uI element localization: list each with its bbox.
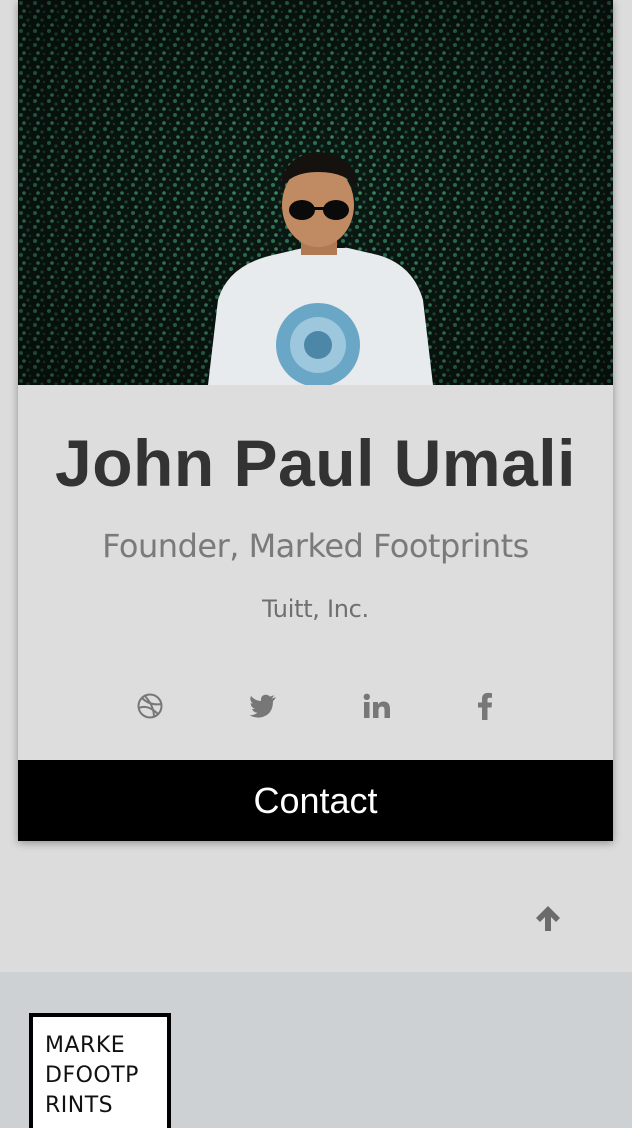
site-logo[interactable]: MARKE DFOOTP RINTS (29, 1013, 171, 1128)
contact-button[interactable]: Contact (18, 760, 613, 841)
arrow-up-icon (536, 906, 560, 931)
profile-name: John Paul Umali (55, 426, 576, 500)
profile-card: John Paul Umali Founder, Marked Footprin… (18, 0, 613, 841)
scroll-to-top-button[interactable] (530, 900, 566, 936)
facebook-icon (478, 692, 492, 720)
logo-line-1: MARKE (45, 1033, 126, 1058)
profile-photo (18, 0, 613, 385)
profile-company: Tuitt, Inc. (262, 595, 369, 623)
linkedin-link[interactable] (357, 686, 397, 726)
logo-line-3: RINTS (45, 1093, 114, 1118)
dribbble-icon (137, 693, 163, 719)
facebook-link[interactable] (465, 686, 505, 726)
linkedin-icon (363, 693, 390, 718)
dribbble-link[interactable] (130, 686, 170, 726)
logo-line-2: DFOOTP (45, 1063, 139, 1088)
twitter-link[interactable] (243, 686, 283, 726)
profile-title: Founder, Marked Footprints (102, 527, 529, 565)
twitter-icon (249, 694, 276, 718)
